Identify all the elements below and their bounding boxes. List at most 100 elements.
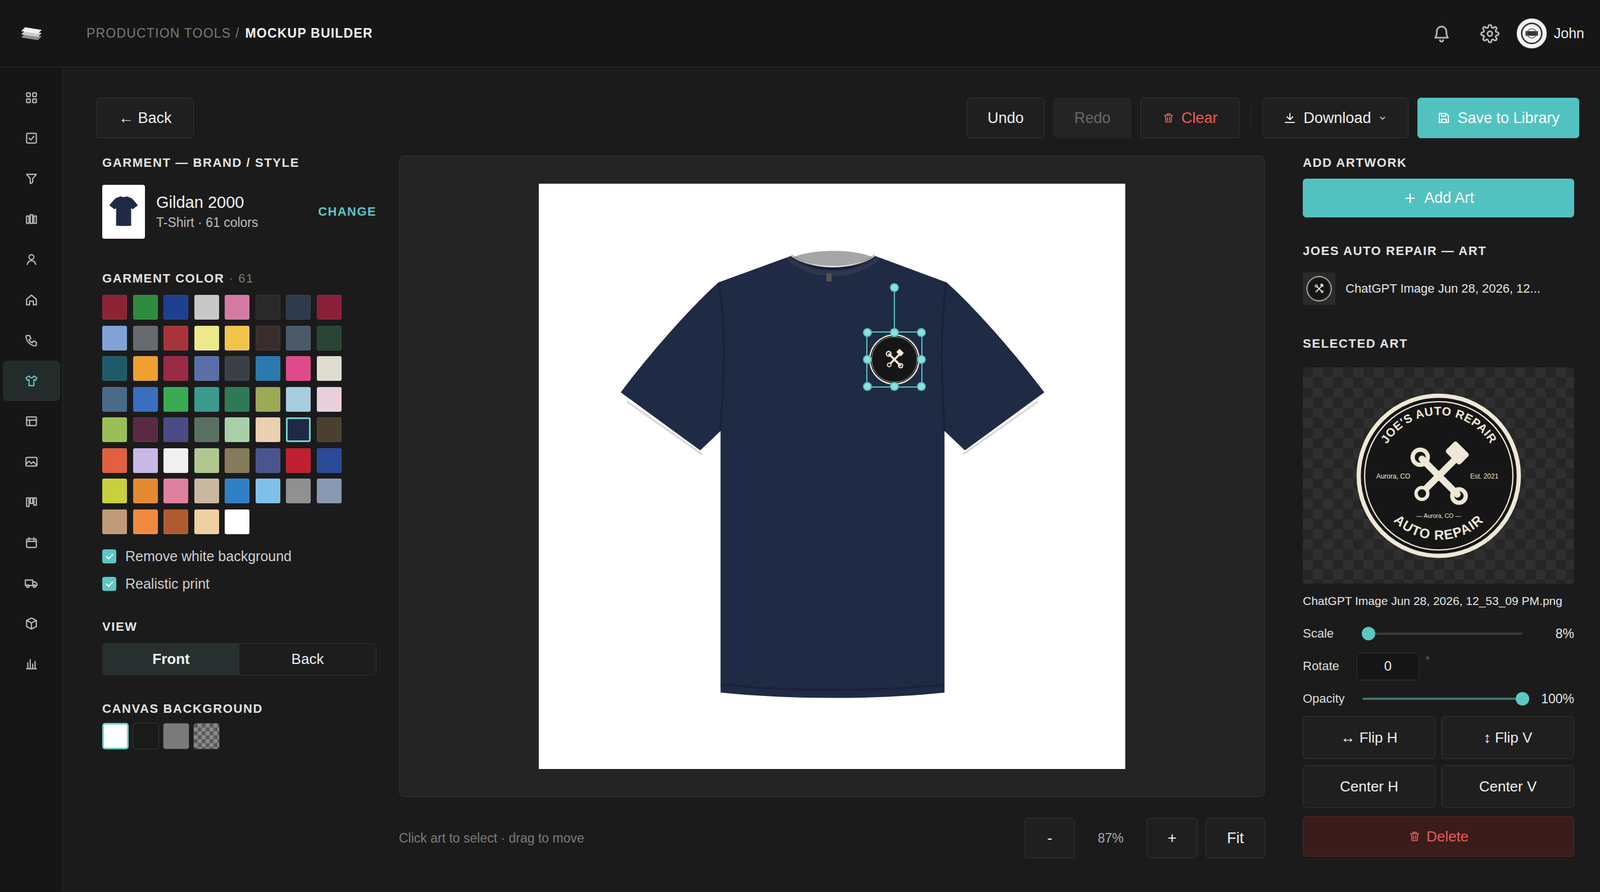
sidebar-item[interactable] bbox=[2, 320, 61, 361]
rotate-input[interactable]: 0 bbox=[1356, 652, 1420, 681]
color-swatch[interactable] bbox=[224, 509, 250, 535]
back-button[interactable]: ← Back bbox=[96, 97, 194, 139]
resize-handle[interactable] bbox=[916, 328, 926, 338]
app-logo-icon[interactable] bbox=[18, 24, 45, 43]
color-swatch[interactable] bbox=[102, 294, 127, 320]
option-label[interactable]: Realistic print bbox=[125, 575, 210, 593]
color-swatch[interactable] bbox=[133, 325, 158, 351]
color-swatch[interactable] bbox=[224, 294, 250, 320]
center-v-button[interactable]: Center V bbox=[1441, 765, 1575, 808]
checkbox[interactable] bbox=[102, 576, 117, 592]
color-swatch[interactable] bbox=[133, 294, 158, 320]
option-label[interactable]: Remove white background bbox=[125, 548, 292, 565]
sidebar-item[interactable] bbox=[2, 117, 61, 159]
color-swatch[interactable] bbox=[102, 448, 127, 474]
color-swatch[interactable] bbox=[163, 478, 189, 504]
color-swatch[interactable] bbox=[102, 478, 127, 504]
sidebar-item[interactable] bbox=[2, 482, 61, 523]
resize-handle[interactable] bbox=[916, 382, 926, 392]
sidebar-item[interactable] bbox=[2, 360, 61, 402]
color-swatch[interactable] bbox=[255, 294, 281, 320]
color-swatch[interactable] bbox=[255, 417, 281, 443]
color-swatch[interactable] bbox=[102, 325, 127, 351]
color-swatch[interactable] bbox=[285, 356, 311, 381]
delete-button[interactable]: Delete bbox=[1302, 816, 1575, 857]
color-swatch[interactable] bbox=[224, 387, 250, 412]
scale-slider[interactable] bbox=[1362, 632, 1523, 635]
color-swatch[interactable] bbox=[224, 448, 250, 474]
color-swatch[interactable] bbox=[194, 448, 220, 474]
resize-handle[interactable] bbox=[862, 355, 872, 365]
color-swatch[interactable] bbox=[133, 417, 158, 443]
color-swatch[interactable] bbox=[224, 325, 250, 351]
logo[interactable] bbox=[0, 24, 63, 43]
redo-button[interactable]: Redo bbox=[1053, 97, 1132, 139]
color-swatch[interactable] bbox=[316, 448, 342, 474]
view-option[interactable]: Back bbox=[239, 643, 376, 675]
color-swatch[interactable] bbox=[133, 509, 158, 535]
zoom-in-button[interactable]: + bbox=[1146, 817, 1198, 859]
add-art-button[interactable]: Add Art bbox=[1302, 178, 1575, 218]
color-swatch[interactable] bbox=[285, 417, 311, 443]
color-swatch[interactable] bbox=[163, 294, 189, 320]
color-swatch[interactable] bbox=[224, 356, 250, 381]
color-swatch[interactable] bbox=[194, 509, 220, 535]
color-swatch[interactable] bbox=[163, 509, 189, 535]
avatar-icon[interactable] bbox=[1516, 17, 1548, 49]
fit-button[interactable]: Fit bbox=[1205, 817, 1266, 859]
sidebar-item[interactable] bbox=[2, 77, 61, 118]
background-swatch[interactable] bbox=[102, 723, 129, 750]
sidebar-item[interactable] bbox=[2, 643, 61, 685]
sidebar-item[interactable] bbox=[2, 401, 61, 442]
background-swatch[interactable] bbox=[162, 723, 190, 750]
scale-knob[interactable] bbox=[1361, 626, 1376, 641]
zoom-out-button[interactable]: - bbox=[1024, 817, 1075, 859]
opacity-knob[interactable] bbox=[1515, 692, 1530, 706]
sidebar-item[interactable] bbox=[2, 562, 61, 604]
view-option[interactable]: Front bbox=[102, 643, 240, 675]
color-swatch[interactable] bbox=[285, 387, 311, 412]
color-swatch[interactable] bbox=[194, 387, 220, 412]
color-swatch[interactable] bbox=[194, 417, 220, 443]
color-swatch[interactable] bbox=[163, 356, 189, 381]
color-swatch[interactable] bbox=[163, 448, 189, 474]
color-swatch[interactable] bbox=[163, 325, 189, 351]
color-swatch[interactable] bbox=[194, 325, 220, 351]
option-row[interactable]: Realistic print bbox=[102, 574, 377, 595]
color-swatch[interactable] bbox=[285, 294, 311, 320]
color-swatch[interactable] bbox=[224, 478, 250, 504]
color-swatch[interactable] bbox=[163, 387, 189, 412]
color-swatch[interactable] bbox=[163, 417, 189, 443]
placed-artwork[interactable] bbox=[866, 331, 923, 388]
download-button[interactable]: Download bbox=[1262, 97, 1409, 139]
sidebar-item[interactable] bbox=[2, 198, 61, 240]
color-swatch[interactable] bbox=[316, 417, 342, 443]
resize-handle[interactable] bbox=[889, 328, 899, 338]
color-swatch[interactable] bbox=[316, 356, 342, 381]
option-row[interactable]: Remove white background bbox=[102, 546, 377, 567]
notifications-button[interactable] bbox=[1419, 24, 1464, 44]
color-swatch[interactable] bbox=[285, 448, 311, 474]
resize-handle[interactable] bbox=[916, 355, 926, 365]
art-name[interactable]: ChatGPT Image Jun 28, 2026, 12... bbox=[1345, 281, 1541, 297]
flip-h-button[interactable]: ↔ Flip H bbox=[1302, 716, 1436, 759]
sidebar-item[interactable] bbox=[2, 158, 61, 199]
color-swatch[interactable] bbox=[255, 448, 281, 474]
color-swatch[interactable] bbox=[316, 478, 342, 504]
sidebar-item[interactable] bbox=[2, 603, 61, 644]
color-swatch[interactable] bbox=[133, 478, 158, 504]
sidebar-item[interactable] bbox=[2, 522, 61, 563]
color-swatch[interactable] bbox=[316, 325, 342, 351]
resize-handle[interactable] bbox=[862, 382, 872, 392]
user-name[interactable]: John bbox=[1553, 25, 1585, 42]
color-swatch[interactable] bbox=[285, 325, 311, 351]
color-swatch[interactable] bbox=[285, 478, 311, 504]
background-swatch[interactable] bbox=[132, 723, 159, 750]
color-swatch[interactable] bbox=[102, 387, 127, 412]
color-swatch[interactable] bbox=[255, 387, 281, 412]
save-button[interactable]: Save to Library bbox=[1417, 97, 1580, 139]
color-swatch[interactable] bbox=[316, 294, 342, 320]
clear-button[interactable]: Clear bbox=[1140, 97, 1240, 139]
color-swatch[interactable] bbox=[133, 387, 158, 412]
mockup-canvas[interactable] bbox=[538, 183, 1126, 770]
